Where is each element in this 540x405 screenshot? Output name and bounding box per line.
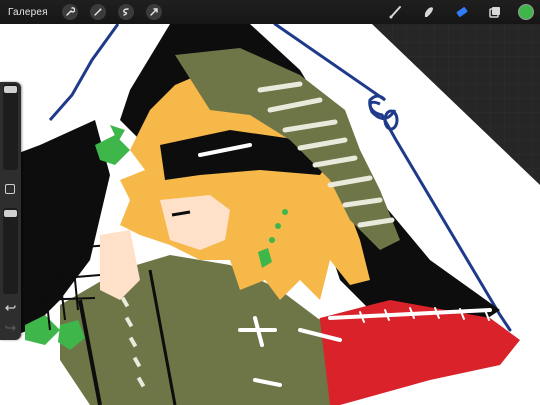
opacity-thumb[interactable] [4, 210, 17, 217]
top-toolbar: Галерея [0, 0, 540, 24]
brush-size-slider[interactable] [3, 84, 18, 170]
current-color-swatch[interactable] [518, 4, 534, 20]
undo-icon[interactable] [3, 300, 18, 314]
drawing-canvas[interactable] [0, 0, 540, 405]
magic-wand-icon[interactable] [89, 4, 106, 20]
gallery-button[interactable]: Галерея [8, 7, 48, 18]
brush-size-thumb[interactable] [4, 86, 17, 93]
square-icon[interactable] [5, 184, 15, 194]
redo-icon[interactable] [3, 320, 18, 334]
wrench-icon[interactable] [61, 4, 78, 20]
transform-arrow-icon[interactable] [145, 4, 162, 20]
eraser-icon[interactable] [452, 2, 472, 22]
artwork [0, 0, 540, 405]
brush-icon[interactable] [386, 2, 406, 22]
left-sidebar [0, 82, 21, 340]
smudge-icon[interactable] [419, 2, 439, 22]
opacity-slider[interactable] [3, 208, 18, 294]
selection-icon[interactable] [117, 4, 134, 20]
layers-icon[interactable] [485, 2, 505, 22]
